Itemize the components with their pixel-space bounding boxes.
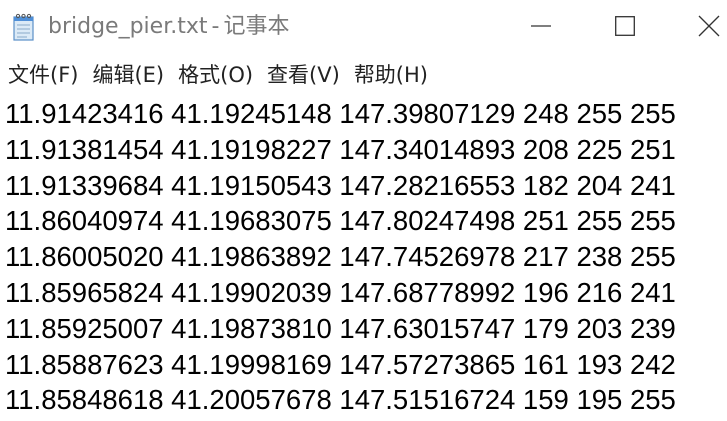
maximize-button[interactable]	[594, 0, 656, 56]
text-line: 11.86005020 41.19863892 147.74526978 217…	[5, 241, 676, 273]
text-line: 11.86040974 41.19683075 147.80247498 251…	[5, 205, 676, 237]
title-bar[interactable]: bridge_pier.txt - 记事本	[0, 0, 727, 56]
window-title-app: 记事本	[223, 14, 290, 39]
close-button[interactable]	[678, 0, 727, 56]
maximize-icon	[615, 16, 635, 40]
close-icon	[698, 15, 720, 41]
menu-help[interactable]: 帮助(H)	[350, 60, 432, 90]
menu-file[interactable]: 文件(F)	[4, 60, 82, 90]
window-title-filename: bridge_pier.txt	[48, 14, 208, 39]
window-title: bridge_pier.txt - 记事本	[48, 12, 289, 42]
minimize-icon	[531, 16, 551, 40]
menu-view[interactable]: 查看(V)	[263, 60, 344, 90]
text-editor[interactable]: 11.91423416 41.19245148 147.39807129 248…	[0, 96, 727, 421]
window-title-separator: -	[211, 14, 220, 39]
text-line: 11.91381454 41.19198227 147.34014893 208…	[5, 133, 676, 165]
text-line: 11.91339684 41.19150543 147.28216553 182…	[5, 169, 676, 201]
minimize-button[interactable]	[510, 0, 572, 56]
menu-edit[interactable]: 编辑(E)	[88, 60, 168, 90]
menu-bar: 文件(F) 编辑(E) 格式(O) 查看(V) 帮助(H)	[0, 58, 727, 92]
text-line: 11.91423416 41.19245148 147.39807129 248…	[5, 98, 676, 129]
text-line: 11.85848618 41.20057678 147.51516724 159…	[5, 384, 676, 416]
notepad-icon	[12, 13, 36, 41]
text-line: 11.85925007 41.19873810 147.63015747 179…	[5, 312, 676, 344]
text-line: 11.85887623 41.19998169 147.57273865 161…	[5, 348, 676, 380]
menu-format[interactable]: 格式(O)	[174, 60, 257, 90]
text-line: 11.85965824 41.19902039 147.68778992 196…	[5, 276, 676, 308]
notepad-window: bridge_pier.txt - 记事本 文件(F) 编辑(E) 格式(O) …	[0, 0, 727, 421]
